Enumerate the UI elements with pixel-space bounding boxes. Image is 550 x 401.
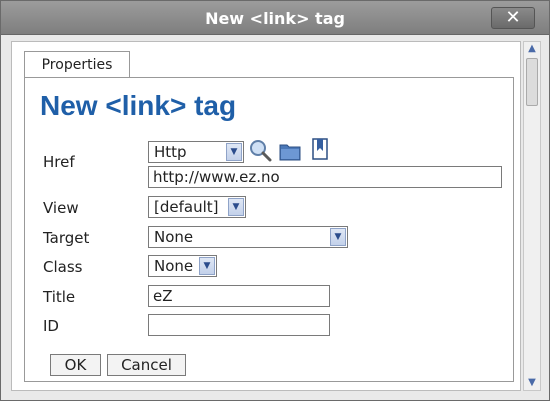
chevron-down-icon: ▼ bbox=[330, 228, 346, 246]
folder-icon[interactable] bbox=[278, 139, 302, 163]
dialog-window: New <link> tag ✕ Properties New <link> t… bbox=[0, 0, 550, 401]
class-label: Class bbox=[43, 258, 83, 276]
target-value: None bbox=[154, 228, 194, 246]
properties-panel: New <link> tag Href Http ▼ http://www.ez… bbox=[24, 77, 514, 382]
id-label: ID bbox=[43, 317, 59, 335]
close-icon: ✕ bbox=[505, 7, 521, 28]
href-protocol-value: Http bbox=[154, 143, 187, 161]
scroll-thumb[interactable] bbox=[526, 58, 538, 106]
id-input[interactable] bbox=[148, 314, 330, 336]
class-value: None bbox=[154, 257, 194, 275]
title-label: Title bbox=[43, 288, 76, 306]
ok-button[interactable]: OK bbox=[50, 354, 101, 376]
page-title: New <link> tag bbox=[40, 90, 237, 121]
target-label: Target bbox=[43, 229, 90, 247]
window-title: New <link> tag bbox=[205, 9, 345, 28]
scroll-up-icon[interactable]: ▲ bbox=[524, 42, 540, 56]
chevron-down-icon: ▼ bbox=[228, 198, 244, 216]
content-area: Properties New <link> tag Href Http ▼ ht bbox=[11, 41, 521, 391]
vertical-scrollbar[interactable]: ▲ ▼ bbox=[523, 41, 541, 391]
class-select[interactable]: None ▼ bbox=[148, 255, 217, 277]
search-icon[interactable] bbox=[248, 138, 272, 162]
view-label: View bbox=[43, 199, 79, 217]
title-bar: New <link> tag ✕ bbox=[1, 1, 549, 35]
view-select[interactable]: [default] ▼ bbox=[148, 196, 246, 218]
target-select[interactable]: None ▼ bbox=[148, 226, 348, 248]
href-label: Href bbox=[43, 153, 75, 171]
chevron-down-icon: ▼ bbox=[199, 257, 215, 275]
tab-properties[interactable]: Properties bbox=[24, 51, 130, 78]
href-url-input[interactable]: http://www.ez.no bbox=[148, 166, 502, 188]
view-value: [default] bbox=[154, 198, 219, 216]
title-input[interactable]: eZ bbox=[148, 285, 330, 307]
chevron-down-icon: ▼ bbox=[226, 143, 242, 161]
href-protocol-select[interactable]: Http ▼ bbox=[148, 141, 244, 163]
cancel-button[interactable]: Cancel bbox=[107, 354, 186, 376]
close-button[interactable]: ✕ bbox=[491, 7, 535, 29]
bookmark-icon[interactable] bbox=[308, 137, 332, 161]
scroll-down-icon[interactable]: ▼ bbox=[524, 376, 540, 390]
